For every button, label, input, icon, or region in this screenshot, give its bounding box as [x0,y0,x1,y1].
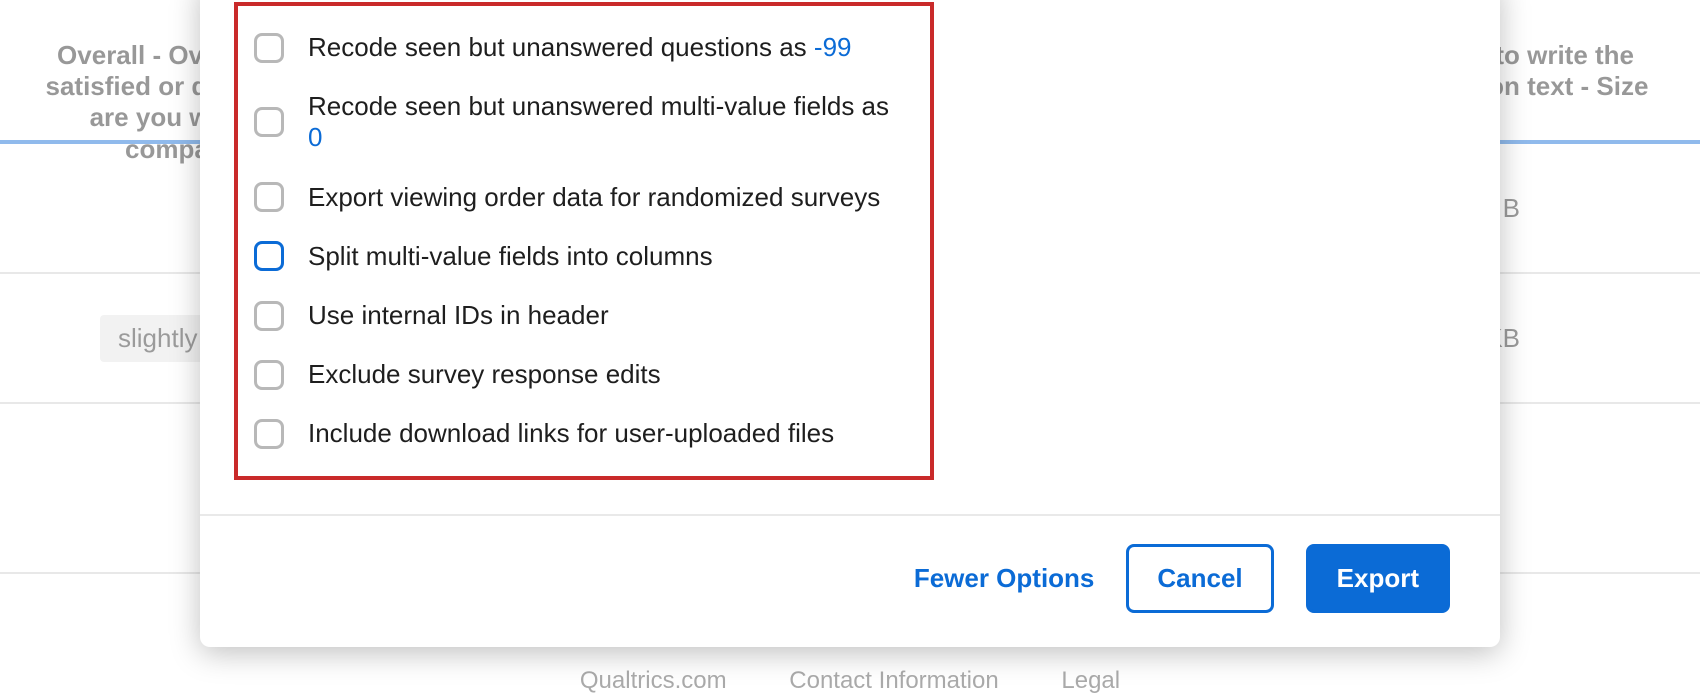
option-label: Export viewing order data for randomized… [308,182,880,213]
export-button[interactable]: Export [1306,544,1450,613]
option-label: Split multi-value fields into columns [308,241,713,272]
cancel-button[interactable]: Cancel [1126,544,1273,613]
checkbox-icon[interactable] [254,182,284,212]
options-highlight-box: Recode seen but unanswered questions as … [234,2,934,480]
option-recode-multivalue[interactable]: Recode seen but unanswered multi-value f… [254,91,904,153]
option-label: Exclude survey response edits [308,359,661,390]
modal-footer: Fewer Options Cancel Export [200,514,1500,647]
checkbox-icon[interactable] [254,301,284,331]
checkbox-icon[interactable] [254,360,284,390]
modal-body: Recode seen but unanswered questions as … [200,0,1500,514]
option-exclude-edits[interactable]: Exclude survey response edits [254,359,904,390]
checkbox-icon[interactable] [254,241,284,271]
fewer-options-button[interactable]: Fewer Options [914,563,1095,594]
checkbox-icon[interactable] [254,33,284,63]
checkbox-icon[interactable] [254,107,284,137]
option-label: Recode seen but unanswered questions as … [308,32,851,63]
option-include-download-links[interactable]: Include download links for user-uploaded… [254,418,904,449]
option-label: Recode seen but unanswered multi-value f… [308,91,904,153]
option-split-multivalue[interactable]: Split multi-value fields into columns [254,241,904,272]
option-label: Include download links for user-uploaded… [308,418,834,449]
option-internal-ids[interactable]: Use internal IDs in header [254,300,904,331]
export-options-modal: Recode seen but unanswered questions as … [200,0,1500,647]
option-label: Use internal IDs in header [308,300,609,331]
option-export-viewing-order[interactable]: Export viewing order data for randomized… [254,182,904,213]
checkbox-icon[interactable] [254,419,284,449]
option-recode-unanswered[interactable]: Recode seen but unanswered questions as … [254,32,904,63]
